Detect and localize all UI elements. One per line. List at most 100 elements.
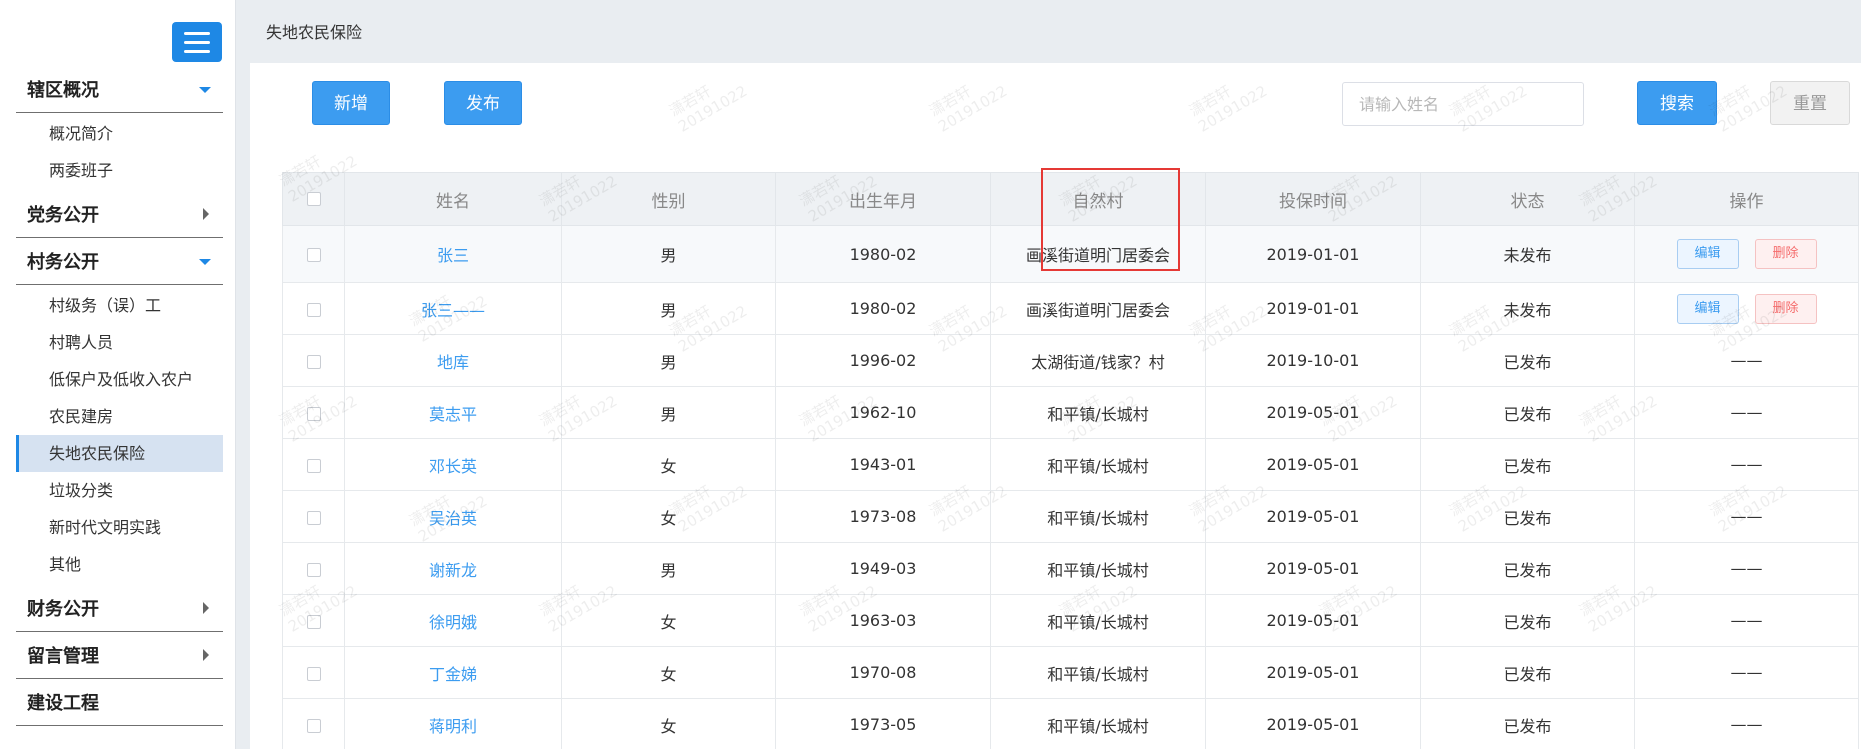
no-action-text: —— [1730, 611, 1763, 630]
row-checkbox[interactable] [306, 666, 321, 681]
row-checkbox[interactable] [306, 718, 321, 733]
birth-cell: 1980-02 [775, 282, 991, 335]
row-select-cell[interactable] [282, 334, 345, 387]
table-row: 张三男 1980-02 画溪街道明门居委会 2019-01-01 未发布 编辑 删除 [282, 225, 1859, 283]
row-select-cell[interactable] [282, 386, 345, 439]
search-input[interactable] [1342, 82, 1584, 126]
actions-cell: —— [1634, 386, 1859, 439]
name-link[interactable]: 邓长英 [429, 457, 477, 476]
row-checkbox[interactable] [306, 354, 321, 369]
edit-button[interactable]: 编辑 [1676, 293, 1739, 324]
gender-cell: 男 [561, 225, 776, 283]
actions-cell: —— [1634, 698, 1859, 749]
actions-cell: —— [1634, 490, 1859, 543]
village-cell: 和平镇/长城村 [990, 646, 1206, 699]
row-checkbox[interactable] [306, 302, 321, 317]
gender-cell: 男 [561, 542, 776, 595]
name-cell: 莫志平 [344, 386, 562, 439]
status-cell: 已发布 [1420, 646, 1635, 699]
birth-cell: 1949-03 [775, 542, 991, 595]
sidebar-group-construction[interactable]: 建设工程 [16, 679, 223, 726]
column-header-status: 状态 [1420, 172, 1635, 226]
gender-cell: 女 [561, 698, 776, 749]
row-select-cell[interactable] [282, 490, 345, 543]
name-link[interactable]: 丁金娣 [429, 665, 477, 684]
name-link[interactable]: 蒋明利 [429, 717, 477, 736]
name-link[interactable]: 地库 [437, 353, 469, 372]
hamburger-icon[interactable] [172, 22, 222, 62]
name-link[interactable]: 徐明娥 [429, 613, 477, 632]
row-checkbox[interactable] [306, 458, 321, 473]
delete-button[interactable]: 删除 [1754, 239, 1817, 269]
sidebar-item-overview-intro[interactable]: 概况简介 [16, 115, 223, 152]
caret-right-icon [203, 208, 209, 220]
row-select-cell[interactable] [282, 646, 345, 699]
insured-date-cell: 2019-01-01 [1205, 282, 1421, 335]
name-cell: 吴治英 [344, 490, 562, 543]
actions-cell: —— [1634, 594, 1859, 647]
row-checkbox[interactable] [306, 562, 321, 577]
row-select-cell[interactable] [282, 542, 345, 595]
birth-cell: 1973-05 [775, 698, 991, 749]
watermark-text: 潇若轩 20191022 [1186, 81, 1271, 136]
status-cell: 已发布 [1420, 490, 1635, 543]
row-select-cell[interactable] [282, 594, 345, 647]
birth-cell: 1963-03 [775, 594, 991, 647]
sidebar-item-hired-staff[interactable]: 村聘人员 [16, 324, 223, 361]
delete-button[interactable]: 删除 [1754, 293, 1817, 324]
sidebar-item-landless-insurance[interactable]: 失地农民保险 [16, 435, 223, 472]
add-button[interactable]: 新增 [312, 81, 390, 125]
table-row: 谢新龙 男 1949-03 和平镇/长城村 2019-05-01 已发布 —— [282, 542, 1859, 595]
edit-button[interactable]: 编辑 [1676, 239, 1739, 269]
row-select-cell[interactable] [282, 438, 345, 491]
no-action-text: —— [1730, 715, 1763, 734]
name-link[interactable]: 吴治英 [429, 509, 477, 528]
village-cell: 和平镇/长城村 [990, 438, 1206, 491]
sidebar-item-committee[interactable]: 两委班子 [16, 152, 223, 189]
birth-cell: 1980-02 [775, 225, 991, 283]
sidebar-item-low-income[interactable]: 低保户及低收入农户 [16, 361, 223, 398]
actions-cell: —— [1634, 334, 1859, 387]
select-all-cell[interactable] [282, 172, 345, 226]
publish-button[interactable]: 发布 [444, 81, 522, 125]
name-link[interactable]: 谢新龙 [429, 561, 477, 580]
sidebar-group-finance[interactable]: 财务公开 [16, 585, 223, 632]
status-cell: 已发布 [1420, 438, 1635, 491]
column-header-birth: 出生年月 [775, 172, 991, 226]
caret-down-icon [199, 87, 211, 93]
sidebar-item-farmer-housing[interactable]: 农民建房 [16, 398, 223, 435]
sidebar-item-other[interactable]: 其他 [16, 546, 223, 583]
watermark-text: 潇若轩 20191022 [666, 81, 751, 136]
table-row: 吴治英 女 1973-08 和平镇/长城村 2019-05-01 已发布 —— [282, 490, 1859, 543]
sidebar-group-village-affairs[interactable]: 村务公开 [16, 238, 223, 285]
row-checkbox[interactable] [306, 406, 321, 421]
select-all-checkbox[interactable] [306, 192, 321, 206]
row-checkbox[interactable] [306, 614, 321, 629]
sidebar-group-party-affairs[interactable]: 党务公开 [16, 191, 223, 238]
sidebar-item-civilization-practice[interactable]: 新时代文明实践 [16, 509, 223, 546]
sidebar-item-village-work[interactable]: 村级务（误）工 [16, 287, 223, 324]
status-cell: 未发布 [1420, 225, 1635, 283]
name-cell: 张三—— [344, 282, 562, 335]
row-checkbox[interactable] [306, 248, 321, 262]
row-select-cell[interactable] [282, 282, 345, 335]
status-cell: 已发布 [1420, 386, 1635, 439]
village-cell: 和平镇/长城村 [990, 594, 1206, 647]
search-button[interactable]: 搜索 [1637, 81, 1717, 125]
insured-date-cell: 2019-05-01 [1205, 646, 1421, 699]
name-link[interactable]: 张三—— [421, 301, 485, 320]
sidebar-item-garbage-sorting[interactable]: 垃圾分类 [16, 472, 223, 509]
village-cell: 和平镇/长城村 [990, 490, 1206, 543]
row-select-cell[interactable] [282, 225, 345, 283]
row-checkbox[interactable] [306, 510, 321, 525]
name-link[interactable]: 莫志平 [429, 405, 477, 424]
name-link[interactable]: 张三 [437, 246, 469, 265]
row-select-cell[interactable] [282, 698, 345, 749]
sidebar-group-overview[interactable]: 辖区概况 [16, 66, 223, 113]
status-cell: 已发布 [1420, 594, 1635, 647]
sidebar-group-messages[interactable]: 留言管理 [16, 632, 223, 679]
no-action-text: —— [1730, 403, 1763, 422]
gender-cell: 女 [561, 438, 776, 491]
reset-button[interactable]: 重置 [1770, 81, 1850, 125]
village-cell: 太湖街道/钱家？村 [990, 334, 1206, 387]
